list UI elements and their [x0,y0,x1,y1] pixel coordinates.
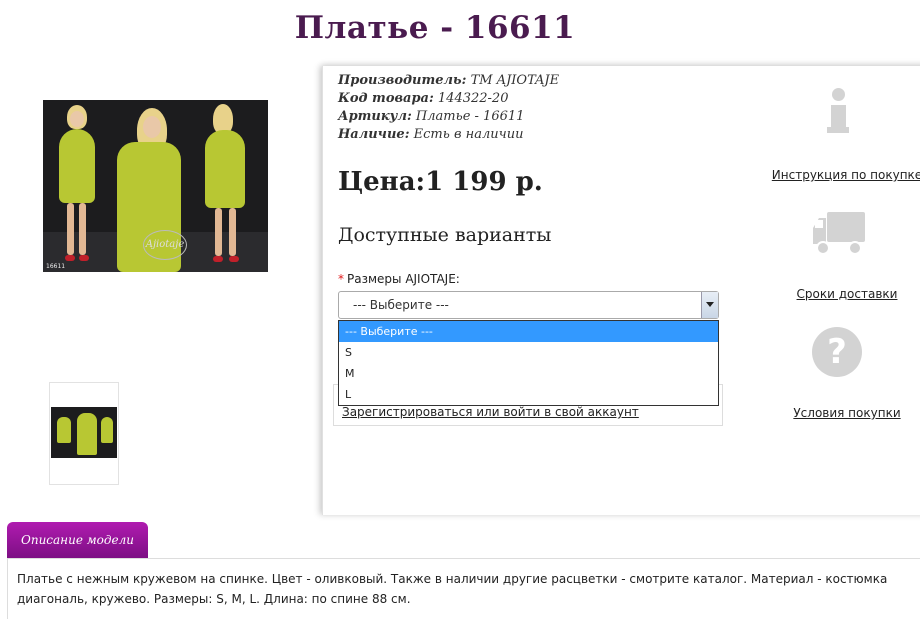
size-select[interactable]: --- Выберите --- [338,291,719,319]
prop-manufacturer: Производитель: TM AJIOTAJE [338,73,560,88]
info-icon [827,88,851,138]
description-box: Платье с нежным кружевом на спинке. Цвет… [7,558,920,619]
prop-product-code: Код товара: 144322-20 [338,91,509,106]
delivery-link[interactable]: Сроки доставки [767,287,920,301]
size-option[interactable]: M [339,363,718,384]
product-thumbnail[interactable] [49,382,119,485]
product-properties: Производитель: TM AJIOTAJE Код товара: 1… [338,72,559,144]
instruction-block: Инструкция по покупке [767,86,920,206]
product-info-panel: Производитель: TM AJIOTAJE Код товара: 1… [322,66,920,515]
size-option[interactable]: S [339,342,718,363]
photo-code: 16611 [46,263,66,270]
size-label: * Размеры AJIOTAJE: [338,272,460,286]
instruction-link[interactable]: Инструкция по покупке [767,168,920,182]
delivery-block: Сроки доставки [767,210,920,301]
page-title: Платье - 16611 [294,10,576,46]
brand-logo-watermark: Ajiotaje [143,230,187,260]
variants-heading: Доступные варианты [338,224,552,246]
truck-icon [813,212,865,255]
terms-link[interactable]: Условия покупки [767,406,920,420]
chevron-down-icon[interactable] [701,292,718,318]
prop-article: Артикул: Платье - 16611 [338,109,525,124]
size-dropdown-list: --- Выберите --- S M L [338,320,719,406]
description-text: Платье с нежным кружевом на спинке. Цвет… [17,572,888,606]
tab-description[interactable]: Описание модели [7,522,148,558]
prop-availability: Наличие: Есть в наличии [338,127,524,142]
price: Цена:1 199 р. [338,167,543,197]
register-login-link[interactable]: Зарегистрироваться или войти в свой акка… [342,405,639,419]
size-select-value: --- Выберите --- [353,298,449,312]
terms-block: ? Условия покупки [767,326,920,426]
size-option[interactable]: --- Выберите --- [339,321,718,342]
required-mark: * [338,272,344,286]
question-icon: ? [812,327,862,377]
size-option[interactable]: L [339,384,718,405]
product-main-image[interactable]: Ajiotaje 16611 [43,100,268,272]
